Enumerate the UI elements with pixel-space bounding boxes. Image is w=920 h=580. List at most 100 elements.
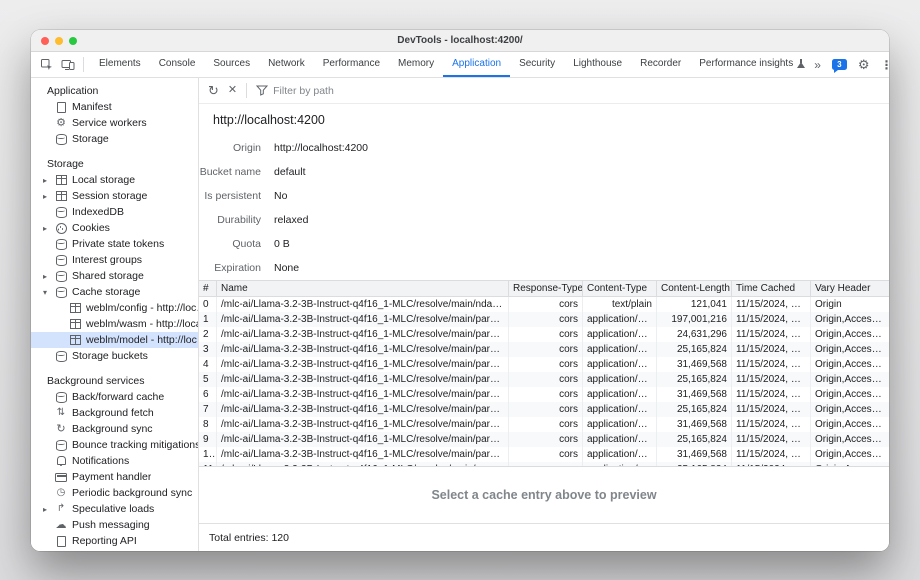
devtools-tab[interactable]: Lighthouse — [564, 52, 631, 77]
sidebar-item[interactable]: Local storage — [31, 172, 198, 188]
cache-entry-row[interactable]: 8 /mlc-ai/Llama-3.2-3B-Instruct-q4f16_1-… — [199, 417, 889, 432]
refresh-icon[interactable]: ↻ — [208, 84, 219, 97]
filter-by-path-input[interactable]: Filter by path — [256, 85, 334, 97]
cell-vary-header: Origin,Access… — [811, 312, 889, 327]
column-header[interactable]: Response-Type — [509, 281, 583, 296]
sidebar-item-label: Cache storage — [72, 286, 140, 298]
sidebar-item[interactable]: Storage — [31, 131, 198, 147]
cell-content-type: text/plain — [583, 297, 657, 312]
cell-vary-header: Origin — [811, 297, 889, 312]
cache-entry-row[interactable]: 9 /mlc-ai/Llama-3.2-3B-Instruct-q4f16_1-… — [199, 432, 889, 447]
tabbar-right-tools: » 3 ⚙ ⋮ — [814, 52, 889, 77]
sidebar-item[interactable]: Background fetch — [31, 405, 198, 421]
inspect-element-icon[interactable] — [40, 58, 53, 71]
sidebar-item[interactable]: IndexedDB — [31, 204, 198, 220]
tab-label: Sources — [213, 58, 250, 69]
metadata-row: Is persistent No — [199, 184, 889, 208]
cell-vary-header: Origin,Access… — [811, 432, 889, 447]
sidebar-item-icon — [55, 174, 67, 186]
column-header[interactable]: # — [199, 281, 217, 296]
filter-placeholder: Filter by path — [273, 85, 334, 97]
cell-time-cached: 11/15/2024, 10… — [732, 447, 811, 462]
column-header[interactable]: Content-Type — [583, 281, 657, 296]
delete-selected-icon[interactable]: ✕ — [228, 85, 237, 96]
sidebar-item[interactable]: Shared storage — [31, 268, 198, 284]
sidebar-item[interactable]: Notifications — [31, 453, 198, 469]
devtools-tab[interactable]: Network — [259, 52, 314, 77]
sidebar-item[interactable]: weblm/wasm - http://loca… — [31, 316, 198, 332]
expand-arrow-icon[interactable] — [43, 272, 55, 281]
minimize-window-button[interactable] — [55, 37, 63, 45]
expand-arrow-icon[interactable] — [43, 224, 55, 233]
sidebar-item[interactable]: Manifest — [31, 99, 198, 115]
devtools-tab[interactable]: Recorder — [631, 52, 690, 77]
zoom-window-button[interactable] — [69, 37, 77, 45]
column-header[interactable]: Vary Header — [811, 281, 889, 296]
expand-arrow-icon[interactable] — [43, 192, 55, 201]
cache-entry-row[interactable]: 4 /mlc-ai/Llama-3.2-3B-Instruct-q4f16_1-… — [199, 357, 889, 372]
devtools-tab[interactable]: Sources — [204, 52, 259, 77]
metadata-row: Origin http://localhost:4200 — [199, 136, 889, 160]
devtools-tab[interactable]: Application — [443, 52, 510, 77]
expand-arrow-icon[interactable] — [43, 288, 55, 297]
sidebar-item-label: Bounce tracking mitigations — [72, 439, 198, 451]
metadata-row: Bucket name default — [199, 160, 889, 184]
sidebar-item[interactable]: Speculative loads — [31, 501, 198, 517]
sidebar-item[interactable]: weblm/model - http://loc… — [31, 332, 198, 348]
sidebar-section-items: Local storage Session storage IndexedD — [31, 172, 198, 364]
sidebar-item[interactable]: Periodic background sync — [31, 485, 198, 501]
expand-arrow-icon[interactable] — [43, 176, 55, 185]
sidebar-item-label: Payment handler — [72, 471, 151, 483]
sidebar-item-icon — [69, 318, 81, 330]
column-header[interactable]: Name — [217, 281, 509, 296]
sidebar-item-label: Push messaging — [72, 519, 150, 531]
sidebar-item[interactable]: Interest groups — [31, 252, 198, 268]
sidebar-item-icon — [55, 503, 67, 515]
devtools-tab[interactable]: Elements — [90, 52, 150, 77]
sidebar-item[interactable]: weblm/config - http://loc… — [31, 300, 198, 316]
sidebar-item[interactable]: Payment handler — [31, 469, 198, 485]
sidebar-item[interactable]: Cache storage — [31, 284, 198, 300]
devtools-tab[interactable]: Security — [510, 52, 564, 77]
sidebar-item-label: IndexedDB — [72, 206, 124, 218]
cache-storage-panel: ↻ ✕ Filter by path http://localhost:4200 — [199, 78, 889, 551]
cache-metadata: Origin http://localhost:4200 Bucket name… — [199, 136, 889, 280]
metadata-value: default — [274, 166, 306, 178]
sidebar-item-label: Storage buckets — [72, 350, 148, 362]
cache-entry-row[interactable]: 10 /mlc-ai/Llama-3.2-3B-Instruct-q4f16_1… — [199, 447, 889, 462]
sidebar-item[interactable]: Private state tokens — [31, 236, 198, 252]
sidebar-item[interactable]: Background sync — [31, 421, 198, 437]
more-options-icon[interactable]: ⋮ — [881, 58, 889, 72]
device-toolbar-icon[interactable] — [61, 59, 75, 71]
issues-counter-icon[interactable]: 3 — [832, 59, 847, 70]
tabbar-left-tools — [31, 52, 90, 77]
close-window-button[interactable] — [41, 37, 49, 45]
sidebar-item[interactable]: Back/forward cache — [31, 389, 198, 405]
cache-entry-row[interactable]: 2 /mlc-ai/Llama-3.2-3B-Instruct-q4f16_1-… — [199, 327, 889, 342]
devtools-tab[interactable]: Performance — [314, 52, 389, 77]
cache-entry-row[interactable]: 1 /mlc-ai/Llama-3.2-3B-Instruct-q4f16_1-… — [199, 312, 889, 327]
devtools-tab[interactable]: Performance insights — [690, 52, 814, 77]
sidebar-item[interactable]: Storage buckets — [31, 348, 198, 364]
sidebar-item[interactable]: Reporting API — [31, 533, 198, 549]
cell-index: 8 — [199, 417, 217, 432]
cell-name: /mlc-ai/Llama-3.2-3B-Instruct-q4f16_1-ML… — [217, 357, 509, 372]
cache-entry-row[interactable]: 6 /mlc-ai/Llama-3.2-3B-Instruct-q4f16_1-… — [199, 387, 889, 402]
sidebar-item-label: Interest groups — [72, 254, 142, 266]
devtools-tab[interactable]: Console — [150, 52, 205, 77]
more-tabs-icon[interactable]: » — [814, 58, 821, 72]
sidebar-item[interactable]: Session storage — [31, 188, 198, 204]
cache-entry-row[interactable]: 5 /mlc-ai/Llama-3.2-3B-Instruct-q4f16_1-… — [199, 372, 889, 387]
expand-arrow-icon[interactable] — [43, 505, 55, 514]
cache-entry-row[interactable]: 0 /mlc-ai/Llama-3.2-3B-Instruct-q4f16_1-… — [199, 297, 889, 312]
sidebar-item[interactable]: Push messaging — [31, 517, 198, 533]
devtools-tab[interactable]: Memory — [389, 52, 443, 77]
sidebar-item[interactable]: Service workers — [31, 115, 198, 131]
sidebar-item[interactable]: Cookies — [31, 220, 198, 236]
settings-gear-icon[interactable]: ⚙ — [858, 57, 870, 73]
column-header[interactable]: Time Cached — [732, 281, 811, 296]
column-header[interactable]: Content-Length — [657, 281, 732, 296]
cache-entry-row[interactable]: 3 /mlc-ai/Llama-3.2-3B-Instruct-q4f16_1-… — [199, 342, 889, 357]
sidebar-item[interactable]: Bounce tracking mitigations — [31, 437, 198, 453]
cache-entry-row[interactable]: 7 /mlc-ai/Llama-3.2-3B-Instruct-q4f16_1-… — [199, 402, 889, 417]
